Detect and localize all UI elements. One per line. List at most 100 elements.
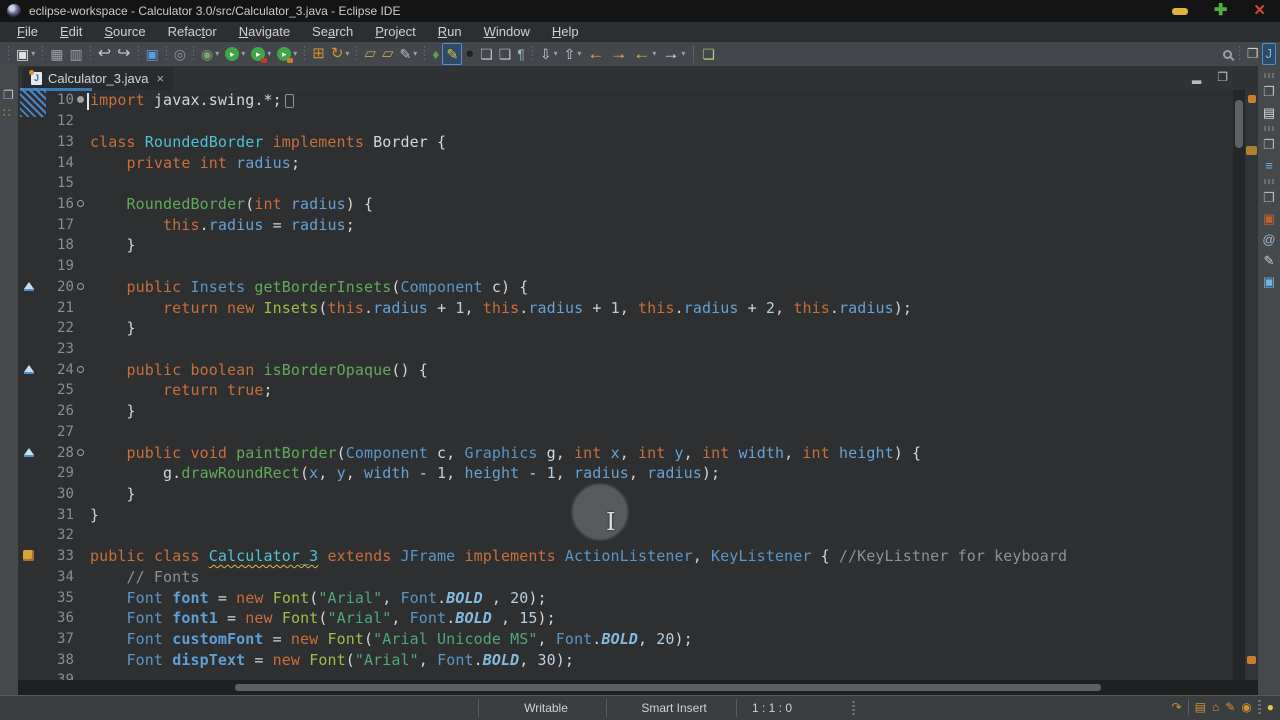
code-line-15[interactable]: 15 (18, 173, 1233, 194)
code-line-36[interactable]: 36 Font font1 = new Font("Arial", Font.B… (18, 608, 1233, 629)
new-java-project-icon[interactable]: ⊞ (309, 43, 328, 65)
java-perspective-icon[interactable]: J (1261, 43, 1276, 65)
code-line-21[interactable]: 21 return new Insets(this.radius + 1, th… (18, 297, 1233, 318)
code-line-25[interactable]: 25 return true; (18, 380, 1233, 401)
chevron-down-icon[interactable]: ▾ (652, 43, 656, 65)
editor-minimize-icon[interactable]: ▂ (1192, 70, 1201, 84)
new-wizard-icon[interactable]: ▣ ▾ (13, 43, 38, 65)
maximize-button[interactable]: ✚ (1214, 3, 1227, 19)
save-all-icon[interactable]: ▥ (66, 43, 85, 65)
javadoc-view-icon[interactable]: @ (1262, 229, 1275, 250)
code-editor[interactable]: 10 import javax.swing.*; 12 13 class Rounded… (18, 90, 1233, 680)
console-window-icon[interactable]: ▣ (143, 43, 162, 65)
format-pencil-icon[interactable]: ✎ ▾ (397, 43, 421, 65)
chevron-down-icon[interactable]: ▾ (241, 43, 245, 65)
view-stack-handle[interactable] (1264, 179, 1274, 184)
search-dim-icon[interactable]: ◎ (171, 43, 189, 65)
overview-warning-marker[interactable] (1246, 146, 1257, 155)
pin-editor-icon[interactable]: ♦ (429, 43, 442, 65)
code-line-23[interactable]: 23 (18, 339, 1233, 360)
code-line-20[interactable]: 20 public Insets getBorderInsets(Compone… (18, 276, 1233, 297)
vertical-scrollbar-thumb[interactable] (1235, 100, 1243, 148)
code-line-14[interactable]: 14 private int radius; (18, 152, 1233, 173)
fold-marker[interactable] (77, 282, 84, 290)
show-whitespace-icon[interactable]: ¶ (514, 43, 528, 65)
open-resource-icon[interactable]: ▱ (379, 43, 397, 65)
code-line-17[interactable]: 17 this.radius = radius; (18, 214, 1233, 235)
prev-annotation-icon[interactable]: ❏ (496, 43, 515, 65)
chevron-down-icon[interactable]: ▾ (293, 43, 297, 65)
coverage-icon[interactable]: ▸ ▾ (248, 43, 274, 65)
build-icon[interactable]: ↻ ▾ (328, 43, 353, 65)
back-icon[interactable]: ← (584, 43, 607, 65)
code-line-24[interactable]: 24 public boolean isBorderOpaque() { (18, 359, 1233, 380)
tab-calculator-3-java[interactable]: J Calculator_3.java × (22, 67, 174, 90)
mark-occurrences-icon[interactable]: ✎ (442, 43, 463, 65)
menu-file[interactable]: File (6, 22, 49, 42)
code-line-34[interactable]: 34 // Fonts (18, 567, 1233, 588)
tip-arrow-icon[interactable]: ↷ (1172, 700, 1182, 714)
code-line-12[interactable]: 12 (18, 111, 1233, 132)
fold-marker[interactable] (77, 365, 84, 373)
code-line-35[interactable]: 35 Font font = new Font("Arial", Font.BO… (18, 587, 1233, 608)
menu-help[interactable]: Help (541, 22, 590, 42)
restore-view-2-icon[interactable]: ❐ (1263, 134, 1275, 155)
pencil-icon[interactable]: ✎ (1225, 700, 1235, 714)
override-marker-icon[interactable] (24, 365, 34, 375)
menu-refactor[interactable]: Refactor (157, 22, 228, 42)
vertical-scrollbar[interactable] (1233, 90, 1245, 680)
save-icon[interactable]: ▦ (47, 43, 66, 65)
code-line-16[interactable]: 16 RoundedBorder(int radius) { (18, 194, 1233, 215)
code-line-32[interactable]: 32 (18, 525, 1233, 546)
horizontal-scrollbar-thumb[interactable] (235, 684, 1101, 691)
restore-view-3-icon[interactable]: ❐ (1263, 187, 1275, 208)
debug-icon[interactable]: ◉ ▾ (198, 43, 222, 65)
run-icon[interactable]: ▸ ▾ (222, 43, 248, 65)
console-view-icon[interactable]: ▣ (1263, 271, 1275, 292)
badge-icon[interactable]: ◉ (1241, 700, 1251, 714)
external-tools-icon[interactable]: ▸ ▾ (274, 43, 300, 65)
code-line-39[interactable]: 39 (18, 670, 1233, 680)
overview-warning-marker[interactable] (1248, 95, 1256, 103)
forward-icon[interactable]: → (607, 43, 630, 65)
code-line-26[interactable]: 26 } (18, 401, 1233, 422)
code-line-38[interactable]: 38 Font dispText = new Font("Arial", Fon… (18, 649, 1233, 670)
undo-arrow-icon[interactable]: ↩ (95, 43, 114, 65)
overview-ruler[interactable] (1245, 90, 1258, 680)
chevron-down-icon[interactable]: ▾ (577, 43, 581, 65)
restore-editor-icon[interactable]: ❐ (1263, 81, 1275, 102)
import-icon[interactable]: ⇩ ▾ (537, 43, 561, 65)
chevron-down-icon[interactable]: ▾ (345, 43, 349, 65)
chevron-down-icon[interactable]: ▾ (267, 43, 271, 65)
view-stack-handle[interactable] (1264, 126, 1274, 131)
chevron-down-icon[interactable]: ▾ (31, 43, 35, 65)
fold-marker[interactable] (77, 199, 84, 207)
outline-view-icon[interactable]: ▤ (1263, 102, 1275, 123)
restore-view-icon[interactable]: ❐ (3, 88, 14, 102)
forward-history-icon[interactable]: → ▾ (659, 43, 688, 65)
menu-source[interactable]: Source (93, 22, 156, 42)
code-line-22[interactable]: 22 } (18, 318, 1233, 339)
problems-view-icon[interactable]: ▣ (1263, 208, 1275, 229)
minimized-explorer-icon[interactable]: ∷ (3, 106, 11, 120)
chevron-down-icon[interactable]: ▾ (554, 43, 558, 65)
code-line-28[interactable]: 28 public void paintBorder(Component c, … (18, 442, 1233, 463)
override-marker-icon[interactable] (24, 282, 34, 292)
dark-blob-icon[interactable]: ● (462, 43, 477, 65)
menu-project[interactable]: Project (364, 22, 426, 42)
chevron-down-icon[interactable]: ▾ (681, 43, 685, 65)
lightbulb-icon[interactable]: ● (1267, 700, 1274, 714)
go-into-icon[interactable]: ⇧ ▾ (561, 43, 585, 65)
menu-search[interactable]: Search (301, 22, 364, 42)
chevron-down-icon[interactable]: ▾ (215, 43, 219, 65)
chevron-down-icon[interactable]: ▾ (413, 43, 417, 65)
tab-close-icon[interactable]: × (156, 71, 164, 86)
code-line-27[interactable]: 27 (18, 422, 1233, 443)
minimize-button[interactable] (1172, 7, 1189, 15)
code-line-37[interactable]: 37 Font customFont = new Font("Arial Uni… (18, 629, 1233, 650)
horizontal-scrollbar[interactable] (18, 680, 1258, 695)
open-type-icon[interactable]: ▱ (361, 43, 379, 65)
next-annotation-icon[interactable]: ❏ (477, 43, 496, 65)
code-line-29[interactable]: 29 g.drawRoundRect(x, y, width - 1, heig… (18, 463, 1233, 484)
warning-marker-icon[interactable] (23, 549, 34, 561)
